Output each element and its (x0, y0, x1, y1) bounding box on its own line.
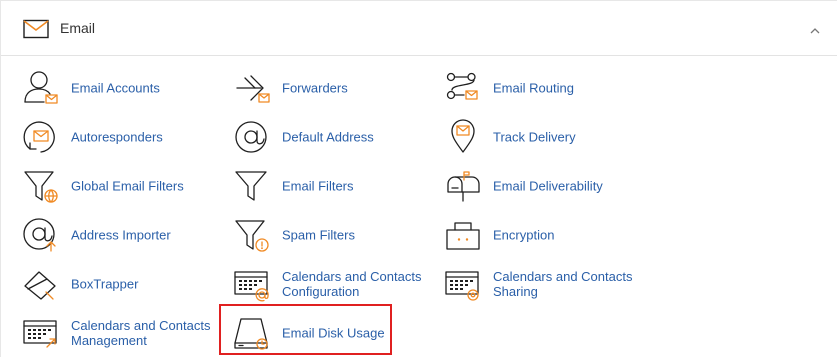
forwarders-label: Forwarders (282, 80, 348, 96)
highlight-box (219, 304, 392, 355)
section-title: Email (60, 20, 96, 36)
email-routing-icon (444, 70, 482, 106)
email-section-header[interactable]: Email (1, 1, 837, 56)
boxtrapper-icon (22, 266, 60, 302)
forwarders-icon (233, 70, 271, 106)
calendars-contacts-sharing-label: Calendars and Contacts Sharing (493, 269, 633, 299)
chevron-up-icon[interactable] (804, 21, 826, 41)
email-filter-icon (233, 168, 271, 204)
track-delivery-icon (444, 119, 482, 155)
boxtrapper-label: BoxTrapper (71, 276, 139, 292)
global-email-filters-label: Global Email Filters (71, 178, 184, 194)
spam-filter-icon (233, 217, 271, 253)
mailbox-icon (444, 168, 482, 204)
autoresponders-label: Autoresponders (71, 129, 163, 145)
calendar-management-icon (22, 315, 60, 351)
global-filter-icon (22, 168, 60, 204)
email-filters-label: Email Filters (282, 178, 354, 194)
address-importer-icon (22, 217, 60, 253)
default-address-label: Default Address (282, 129, 374, 145)
email-routing-label: Email Routing (493, 80, 574, 96)
calendar-config-icon (233, 266, 271, 302)
email-accounts-label: Email Accounts (71, 80, 160, 96)
encryption-icon (444, 217, 482, 253)
default-address-icon (233, 119, 271, 155)
email-deliverability-label: Email Deliverability (493, 178, 603, 194)
address-importer-label: Address Importer (71, 227, 171, 243)
autoresponders-icon (22, 119, 60, 155)
envelope-icon (23, 19, 49, 39)
calendars-contacts-configuration-label: Calendars and Contacts Configuration (282, 269, 422, 299)
email-accounts-icon (22, 70, 60, 106)
email-section-panel: Email Email Accounts Forwarders Email Ro… (0, 0, 837, 357)
encryption-label: Encryption (493, 227, 555, 243)
calendars-contacts-management-label: Calendars and Contacts Management (71, 318, 211, 348)
spam-filters-label: Spam Filters (282, 227, 355, 243)
track-delivery-label: Track Delivery (493, 129, 576, 145)
calendar-sharing-icon (444, 266, 482, 302)
